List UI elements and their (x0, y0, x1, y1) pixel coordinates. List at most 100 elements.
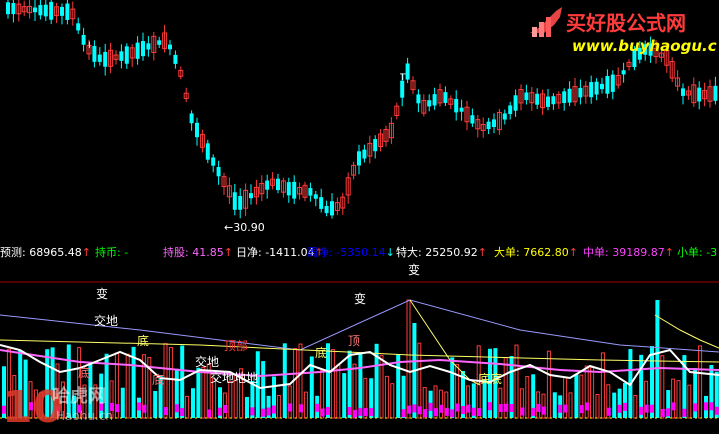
indicator-bar-down (180, 345, 185, 418)
candle-down (76, 23, 81, 31)
indicator-bar-magenta (407, 405, 411, 414)
indicator-bar-down (574, 374, 579, 418)
watermark-haohu: 10 哈虎网 Haohu.cn (0, 378, 130, 433)
candle-down (276, 178, 280, 191)
candle-down (470, 115, 475, 124)
indicator-item-4: 周净: -5350.14↓ (307, 244, 395, 262)
indicator-bar-magenta (471, 407, 476, 416)
indicator-bar-down (282, 343, 287, 418)
indicator-bar-magenta (461, 406, 465, 415)
candle-down (589, 82, 594, 98)
indicator-item-0: 预测: 68965.48↑ (0, 244, 91, 262)
indicator-item-label: 中单: 39189.87 (583, 246, 665, 259)
candle-down (216, 167, 221, 177)
candle-down (454, 98, 459, 113)
indicator-bar-magenta (439, 404, 444, 413)
candle-down (146, 43, 151, 50)
indicator-bar-magenta (650, 404, 654, 413)
indicator-bar-up (276, 395, 281, 419)
indicator-bar-magenta (585, 402, 590, 411)
indicator-bar-magenta (563, 404, 568, 413)
indicator-bar-up (228, 380, 233, 419)
indicator-bar-up (465, 385, 470, 419)
signal-label: 交地 (195, 354, 219, 369)
indicator-bar-magenta (315, 403, 320, 412)
indicator-bar-magenta (142, 404, 147, 413)
candle-down (524, 92, 529, 100)
indicator-bar-magenta (261, 408, 266, 417)
watermark-brand: 哈虎网 (52, 385, 106, 407)
indicator-bar-down (396, 354, 401, 418)
indicator-bar-magenta (579, 405, 584, 414)
indicator-bar-magenta (509, 403, 514, 412)
trend-arrow: ↓ (385, 246, 395, 259)
candle-down (92, 46, 97, 62)
indicator-bar-up (546, 350, 551, 419)
indicator-bar-magenta (666, 408, 671, 417)
candle-down (157, 40, 162, 45)
indicator-bar-up (687, 384, 692, 419)
indicator-bar-up (595, 393, 600, 419)
indicator-item-2: 持股: 41.85↑ (163, 244, 233, 262)
indicator-bar-magenta (444, 407, 449, 416)
indicator-bar-magenta (536, 403, 541, 412)
indicator-bar-magenta (455, 403, 460, 412)
indicator-bar-up (185, 396, 190, 419)
candle-down (357, 151, 361, 166)
candle-down (605, 76, 610, 94)
candle-down (141, 41, 145, 57)
indicator-bar-magenta (363, 408, 368, 417)
indicator-bar-magenta (531, 407, 536, 416)
watermark-domain: Haohu.cn (56, 409, 113, 423)
candle-down (621, 70, 626, 75)
candle-down (373, 139, 378, 152)
indicator-bar-up (633, 394, 638, 419)
indicator-bar-magenta (423, 409, 428, 418)
indicator-bar-magenta (671, 402, 676, 411)
indicator-bar-magenta (299, 404, 303, 413)
indicator-bar-up (498, 387, 503, 419)
candle-down (713, 85, 718, 101)
indicator-bar-magenta (326, 406, 330, 415)
indicator-bar-magenta (606, 407, 611, 416)
indicator-bar-magenta (412, 404, 417, 413)
indicator-bar-magenta (450, 409, 455, 418)
indicator-bar-up (293, 347, 298, 419)
indicator-bar-magenta (320, 408, 325, 417)
indicator-item-5: 特大: 25250.92↑ (396, 244, 487, 262)
indicator-bar-up (330, 349, 335, 419)
indicator-bar-up (287, 385, 292, 419)
indicator-bar-magenta (434, 408, 438, 417)
candle-down (265, 180, 270, 190)
candle-down (600, 83, 604, 90)
candle-down (502, 113, 507, 120)
signal-label: 底底 (478, 371, 502, 386)
candle-down (432, 94, 437, 106)
indicator-bar-magenta (218, 407, 222, 416)
indicator-item-label: 特大: 25250.92 (396, 246, 478, 259)
indicator-bar-magenta (639, 406, 644, 415)
candle-down (103, 51, 108, 67)
indicator-bar-up (590, 366, 595, 419)
signal-label: 交地 (94, 313, 118, 328)
indicator-bar-magenta (250, 407, 255, 416)
candle-down (33, 7, 37, 13)
candle-down (97, 54, 102, 62)
indicator-bar-up (384, 375, 389, 419)
watermark-title: 买好股公式网 (566, 11, 686, 35)
marker-T: T (399, 73, 406, 83)
marker-I: I (88, 41, 91, 51)
indicator-bar-down (196, 367, 201, 418)
signal-label: 变 (354, 291, 366, 306)
candle-down (681, 88, 685, 96)
candle-down (459, 107, 464, 112)
indicator-bar-down (612, 392, 617, 418)
indicator-item-1: 持币: - (95, 244, 128, 262)
signal-label: 底 (152, 372, 164, 387)
candle-down (567, 88, 572, 103)
candle-down (308, 188, 313, 196)
indicator-bar-up (514, 344, 519, 419)
signal-label: 顶部 (224, 338, 248, 353)
watermark-url: www.buyhaogu.com (572, 37, 717, 55)
indicator-bar-magenta (693, 403, 698, 412)
